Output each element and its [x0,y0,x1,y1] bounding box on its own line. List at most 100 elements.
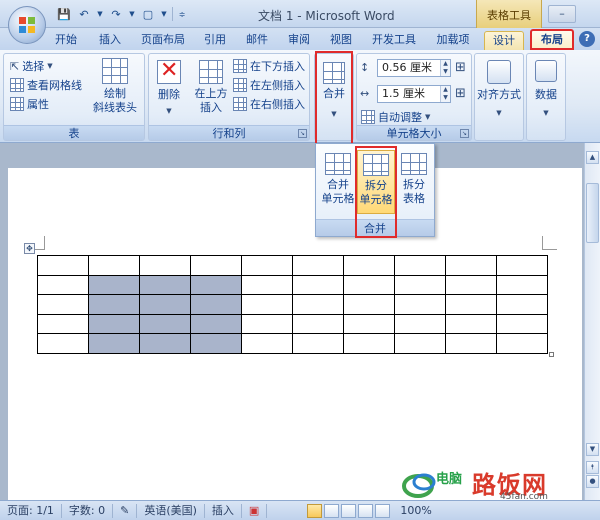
tab-references[interactable]: 引用 [198,31,232,50]
full-screen-icon[interactable] [324,503,340,518]
scrollbar-thumb[interactable] [586,183,599,243]
table-cell[interactable] [190,294,242,315]
zoom-level[interactable]: 100% [400,504,431,517]
column-width-input[interactable]: 1.5 厘米 ▲ ▼ [377,85,451,103]
tab-review[interactable]: 审阅 [282,31,316,50]
table-cell[interactable] [139,255,191,276]
tab-home[interactable]: 开始 [48,31,84,50]
spinner-arrows-icon[interactable]: ▲ ▼ [440,86,450,102]
document-table[interactable] [37,255,548,354]
select-button[interactable]: ⇱ 选择 ▼ [10,57,53,75]
properties-button[interactable]: 属性 [10,95,49,113]
distribute-columns-icon[interactable]: ⊞ [455,86,466,101]
new-dropdown-icon[interactable]: ▼ [160,6,168,22]
table-cell[interactable] [343,274,395,295]
table-cell[interactable] [88,333,140,354]
row-height-input[interactable]: 0.56 厘米 ▲ ▼ [377,59,451,77]
insert-below-button[interactable]: 在下方插入 [233,57,305,75]
redo-icon[interactable]: ↷ [108,6,124,22]
table-cell[interactable] [88,274,140,295]
table-row[interactable] [37,313,548,334]
table-cell[interactable] [139,294,191,315]
table-cell[interactable] [190,255,242,276]
table-row[interactable] [37,274,548,295]
word-count[interactable]: 字数: 0 [62,503,114,518]
split-cells-item[interactable]: 拆分 单元格 [357,150,395,214]
table-resize-handle[interactable] [549,352,554,357]
table-cell[interactable] [292,255,344,276]
table-cell[interactable] [343,333,395,354]
autofit-button[interactable]: 自动调整 ▼ [361,108,430,126]
table-cell[interactable] [241,274,293,295]
table-cell[interactable] [343,255,395,276]
table-cell[interactable] [37,313,89,334]
table-cell[interactable] [496,274,548,295]
table-cell[interactable] [445,294,497,315]
table-row[interactable] [37,333,548,354]
save-icon[interactable]: 💾 [56,6,72,22]
delete-button[interactable]: ✕ 删除 ▼ [151,58,187,118]
table-cell[interactable] [37,255,89,276]
alignment-button[interactable]: 对齐方式 ▼ [476,60,522,120]
table-cell[interactable] [139,313,191,334]
table-cell[interactable] [190,313,242,334]
undo-icon[interactable]: ↶ [76,6,92,22]
table-cell[interactable] [37,333,89,354]
table-cell[interactable] [241,294,293,315]
table-cell[interactable] [445,313,497,334]
table-cell[interactable] [292,313,344,334]
web-layout-icon[interactable] [341,503,357,518]
tab-view[interactable]: 视图 [324,31,358,50]
table-cell[interactable] [88,255,140,276]
minimize-button[interactable]: – [548,5,576,23]
table-cell[interactable] [241,333,293,354]
table-cell[interactable] [445,274,497,295]
table-cell[interactable] [394,255,446,276]
table-cell[interactable] [496,313,548,334]
table-cell[interactable] [88,294,140,315]
draft-icon[interactable] [375,503,391,518]
help-icon[interactable]: ? [579,31,595,47]
outline-icon[interactable] [358,503,374,518]
table-cell[interactable] [292,274,344,295]
tab-design[interactable]: 设计 [484,31,524,50]
distribute-rows-icon[interactable]: ⊞ [455,60,466,75]
table-cell[interactable] [88,313,140,334]
table-cell[interactable] [292,333,344,354]
table-cell[interactable] [445,333,497,354]
scroll-down-icon[interactable]: ▼ [586,443,599,456]
table-cell[interactable] [139,274,191,295]
tab-developer[interactable]: 开发工具 [366,31,422,50]
spinner-arrows-icon[interactable]: ▲ ▼ [440,60,450,76]
table-cell[interactable] [241,255,293,276]
table-row[interactable] [37,294,548,315]
undo-dropdown-icon[interactable]: ▼ [96,6,104,22]
table-cell[interactable] [343,313,395,334]
table-cell[interactable] [292,294,344,315]
merge-button[interactable]: 合并 ▼ [317,62,351,121]
table-cell[interactable] [37,274,89,295]
tab-insert[interactable]: 插入 [92,31,128,50]
table-cell[interactable] [445,255,497,276]
table-move-handle-icon[interactable]: ✥ [24,243,35,254]
print-layout-icon[interactable] [307,503,323,518]
table-cell[interactable] [496,255,548,276]
table-cell[interactable] [394,274,446,295]
table-cell[interactable] [37,294,89,315]
new-document-icon[interactable]: ▢ [140,6,156,22]
insert-right-button[interactable]: 在右侧插入 [233,95,305,113]
vertical-scrollbar[interactable]: ▲ ▼ ⯭ ● [584,143,600,500]
merge-cells-item[interactable]: 合并 单元格 [319,150,357,214]
table-cell[interactable] [190,333,242,354]
dialog-launcher-icon[interactable]: ↘ [460,129,469,138]
proofing-icon[interactable]: ✎ [113,503,138,518]
language-indicator[interactable]: 英语(美国) [137,503,205,518]
insert-above-button[interactable]: 在上方 插入 [191,60,231,115]
table-cell[interactable] [139,333,191,354]
insert-left-button[interactable]: 在左侧插入 [233,76,305,94]
tab-addins[interactable]: 加载项 [430,31,476,50]
scroll-up-icon[interactable]: ▲ [586,151,599,164]
table-cell[interactable] [343,294,395,315]
redo-dropdown-icon[interactable]: ▼ [128,6,136,22]
tab-mailings[interactable]: 邮件 [240,31,274,50]
